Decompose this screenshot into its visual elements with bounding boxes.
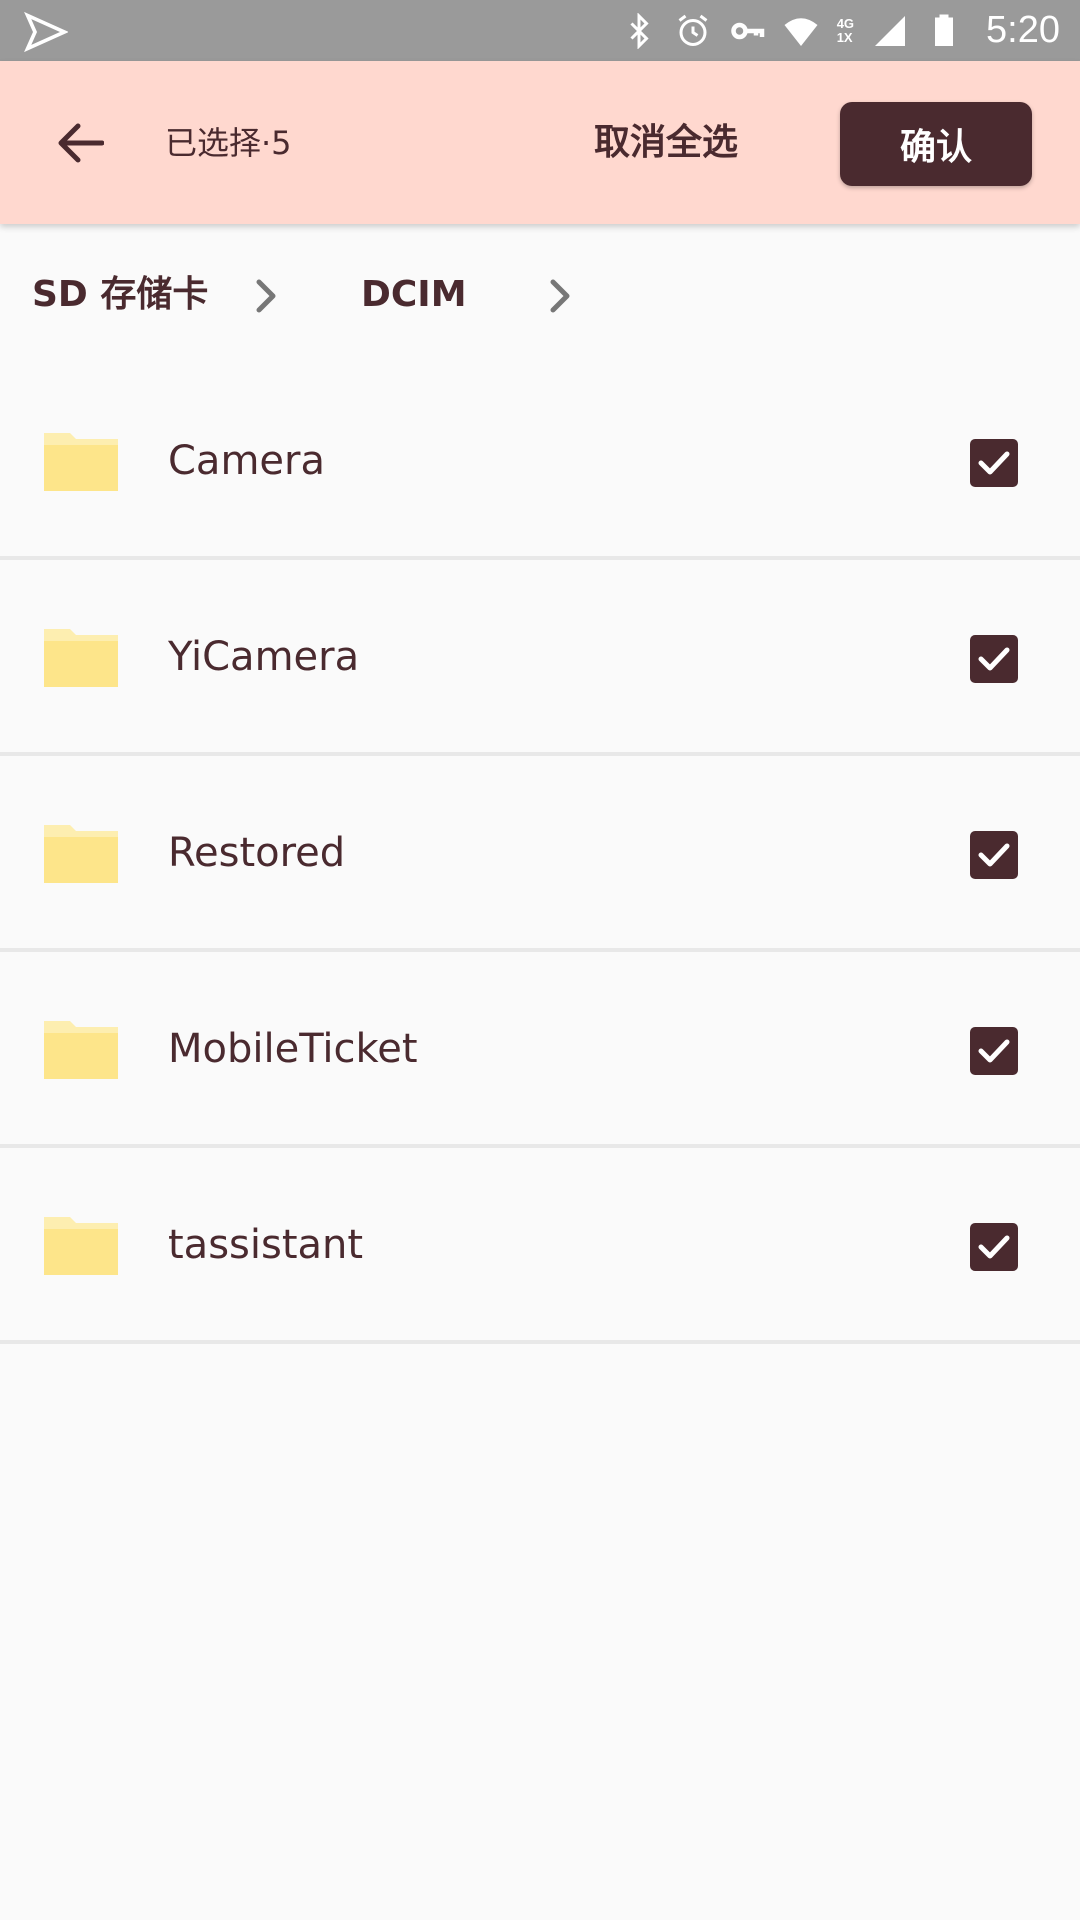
check-icon	[978, 451, 1010, 475]
selected-count: 已选择·5	[165, 124, 292, 162]
check-icon	[978, 1235, 1010, 1259]
folder-icon	[44, 433, 118, 491]
status-time: 5:20	[986, 9, 1060, 51]
folder-checkbox[interactable]	[970, 439, 1018, 487]
selection-app-bar: 已选择·5 取消全选 确认	[0, 61, 1080, 224]
folder-row-restored[interactable]: Restored	[0, 756, 1080, 952]
back-button[interactable]	[50, 117, 112, 169]
folder-name: Camera	[168, 438, 325, 484]
wifi-icon	[784, 17, 818, 46]
signal-icon	[875, 15, 906, 46]
send-icon	[24, 11, 68, 53]
folder-checkbox[interactable]	[970, 831, 1018, 879]
folder-name: MobileTicket	[168, 1026, 418, 1072]
folder-icon	[44, 1021, 118, 1079]
network-type-bottom: 1X	[836, 29, 853, 45]
check-icon	[978, 647, 1010, 671]
bluetooth-icon	[630, 12, 649, 49]
folder-checkbox[interactable]	[970, 1223, 1018, 1271]
chevron-right-icon	[550, 279, 570, 313]
folder-name: tassistant	[168, 1222, 364, 1268]
folder-row-yicamera[interactable]: YiCamera	[0, 560, 1080, 756]
folder-checkbox[interactable]	[970, 635, 1018, 683]
check-icon	[978, 1039, 1010, 1063]
folder-icon	[44, 1217, 118, 1275]
battery-icon	[935, 14, 954, 46]
vpn-key-icon	[730, 22, 764, 39]
network-type: 4G 1X	[836, 15, 855, 45]
breadcrumb: SD 存储卡 DCIM	[0, 224, 1080, 364]
alarm-icon	[678, 14, 708, 46]
folder-icon	[44, 629, 118, 687]
folder-name: Restored	[168, 830, 346, 876]
confirm-button[interactable]: 确认	[840, 102, 1032, 186]
status-bar: 4G 1X 5:20	[0, 0, 1080, 61]
folder-row-tassistant[interactable]: tassistant	[0, 1148, 1080, 1344]
deselect-all-button[interactable]: 取消全选	[594, 119, 738, 167]
folder-name: YiCamera	[168, 634, 360, 680]
network-type-top: 4G	[836, 15, 855, 31]
folder-checkbox[interactable]	[970, 1027, 1018, 1075]
folder-row-camera[interactable]: Camera	[0, 364, 1080, 560]
arrow-back-icon	[58, 123, 104, 163]
folder-list: Camera YiCamera Restored MobileTicket ta…	[0, 364, 1080, 1344]
folder-row-mobileticket[interactable]: MobileTicket	[0, 952, 1080, 1148]
breadcrumb-item-sd-card[interactable]: SD 存储卡	[32, 271, 208, 319]
check-icon	[978, 843, 1010, 867]
breadcrumb-item-dcim[interactable]: DCIM	[361, 271, 467, 319]
folder-icon	[44, 825, 118, 883]
chevron-right-icon	[256, 279, 276, 313]
